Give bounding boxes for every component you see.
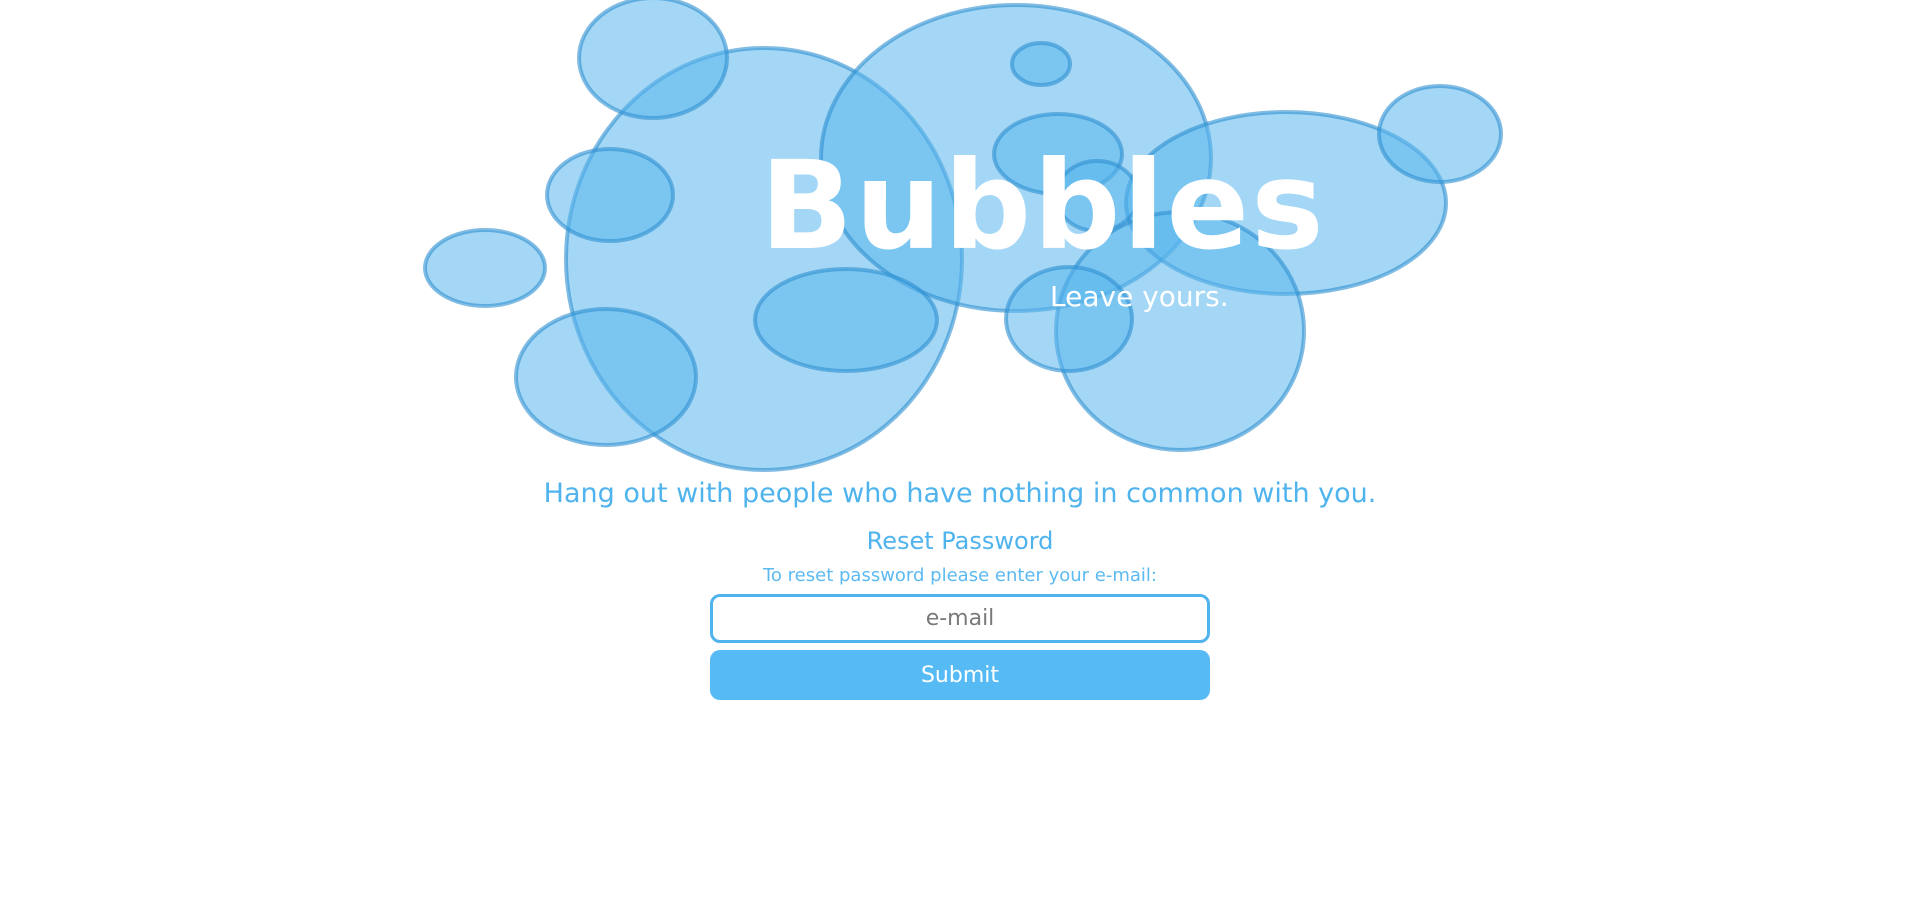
bubble [514, 307, 698, 447]
logo-tagline: Leave yours. [1050, 280, 1229, 313]
submit-button[interactable]: Submit [710, 650, 1210, 700]
bubble [545, 147, 675, 243]
hero-logo-area: Bubbles Leave yours. [0, 0, 1920, 480]
email-input[interactable] [710, 594, 1210, 643]
bubble [577, 0, 729, 120]
reset-password-heading: Reset Password [866, 527, 1054, 555]
reset-password-instructions: To reset password please enter your e-ma… [763, 565, 1157, 586]
bubble [1010, 41, 1072, 87]
slogan-text: Hang out with people who have nothing in… [543, 478, 1377, 509]
bubble [423, 228, 547, 308]
reset-password-page: Bubbles Leave yours. Hang out with peopl… [0, 0, 1920, 899]
logo-title: Bubbles [760, 135, 1326, 277]
bubble [753, 267, 939, 373]
bubble [1377, 84, 1503, 184]
